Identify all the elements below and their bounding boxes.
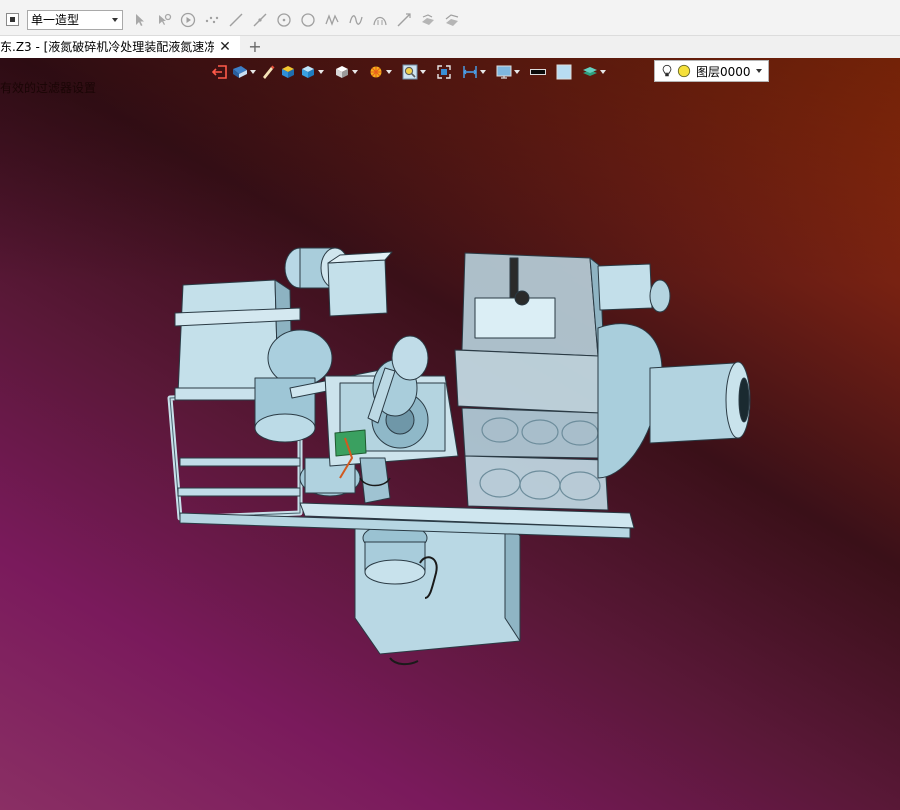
point-cloud-icon[interactable] — [200, 10, 224, 30]
assembly-model[interactable] — [0, 58, 900, 810]
surface-offset-icon[interactable] — [440, 10, 464, 30]
pointer-icon[interactable] — [128, 10, 152, 30]
motor-upper-left — [284, 247, 393, 317]
document-tab-bar: 东.Z3 - [液氮破碎机冷处理装配液氮速冻] ✕ + — [0, 36, 900, 58]
blower-right — [597, 263, 751, 479]
add-tab-button[interactable]: + — [247, 37, 263, 57]
document-tab-title: 东.Z3 - [液氮破碎机冷处理装配液氮速冻] — [0, 40, 214, 54]
play-icon[interactable] — [176, 10, 200, 30]
filter-pointer-icon[interactable] — [152, 10, 176, 30]
curve-icon[interactable] — [392, 10, 416, 30]
polyline-icon[interactable] — [344, 10, 368, 30]
spline-icon[interactable] — [320, 10, 344, 30]
freezing-chamber — [454, 252, 609, 511]
circle-icon[interactable] — [296, 10, 320, 30]
pick-filter-select[interactable]: 单一造型 — [27, 10, 123, 30]
pick-filter-value: 单一造型 — [31, 13, 80, 27]
surface-icon[interactable] — [416, 10, 440, 30]
circle-center-icon[interactable] — [272, 10, 296, 30]
close-icon[interactable]: ✕ — [217, 39, 233, 55]
document-tab[interactable]: 东.Z3 - [液氮破碎机冷处理装配液氮速冻] — [0, 36, 240, 58]
arc-icon[interactable] — [368, 10, 392, 30]
bottom-tank — [354, 515, 521, 666]
line-tangent-icon[interactable] — [248, 10, 272, 30]
sketch-tools — [128, 10, 464, 30]
selection-toolbar: 单一造型 — [0, 0, 900, 36]
stop-icon[interactable] — [6, 13, 19, 26]
chevron-down-icon[interactable] — [112, 18, 118, 22]
3d-viewport[interactable]: 有效的过滤器设置 图层0000 — [0, 58, 900, 810]
line-icon[interactable] — [224, 10, 248, 30]
